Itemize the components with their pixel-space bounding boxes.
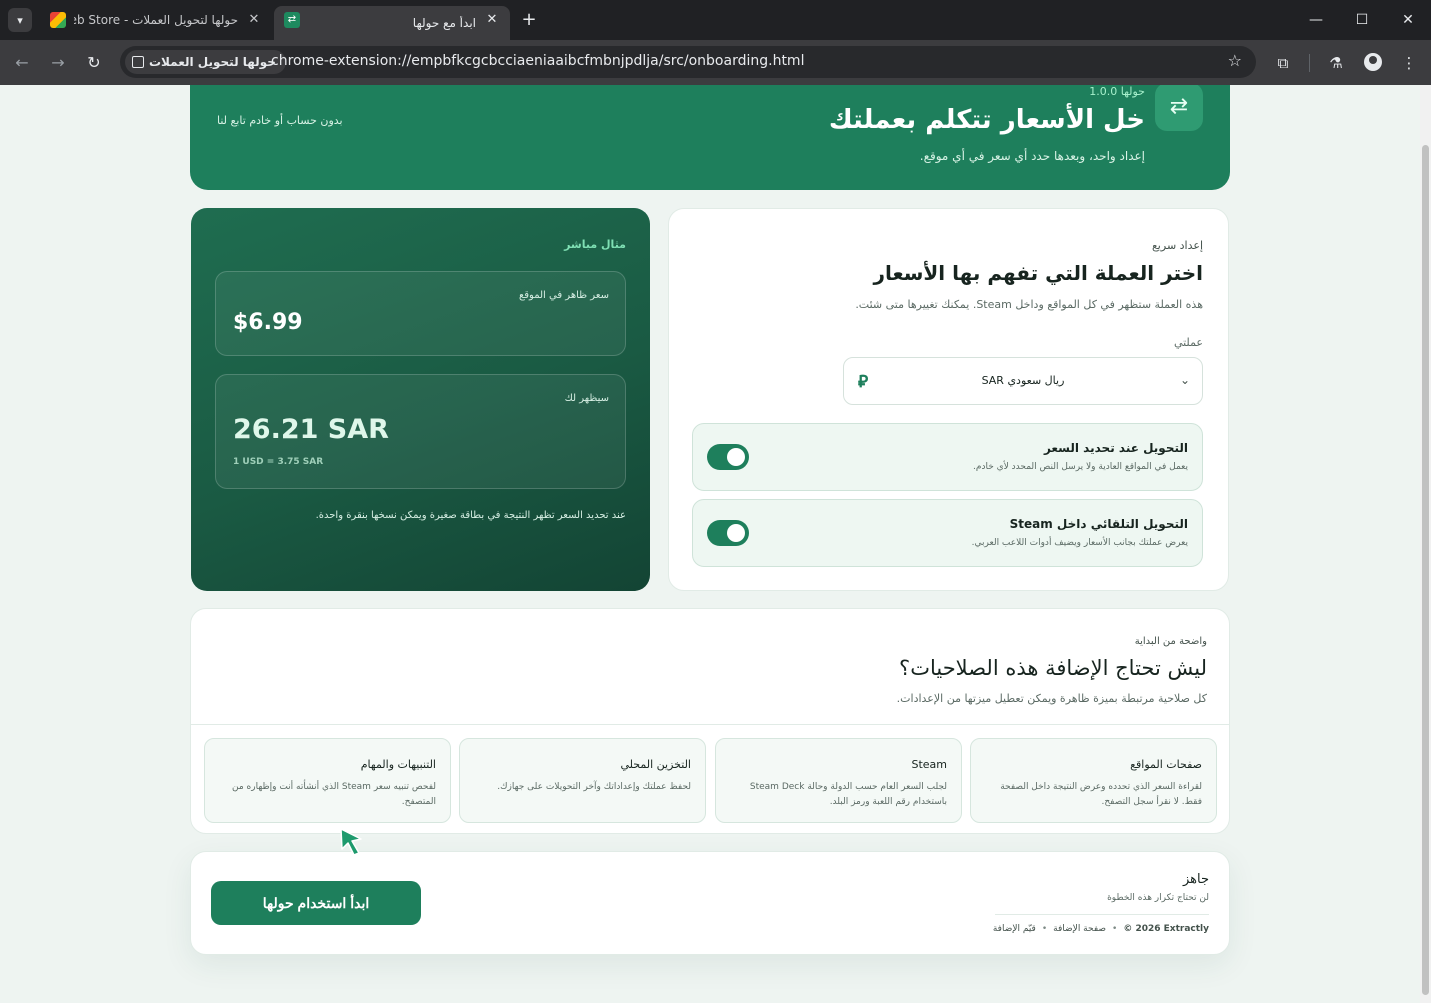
permission-steam: Steam لجلب السعر العام حسب الدولة وحالة … — [715, 738, 962, 823]
permission-description: لقراءة السعر الذي تحدده وعرض النتيجة داخ… — [1000, 782, 1202, 807]
toggle-description: يعمل في المواقع العادية ولا يرسل النص ال… — [973, 462, 1188, 472]
hero-banner: ⇄ حولها 1.0.0 خل الأسعار تتكلم بعملتك إع… — [190, 85, 1230, 190]
hero-subtitle: إعداد واحد، وبعدها حدد أي سعر في أي موقع… — [919, 149, 1145, 163]
permission-alarms: التنبيهات والمهام لفحص تنبيه سعر Steam ا… — [204, 738, 451, 823]
exchange-rate: 1 USD = 3.75 SAR — [233, 457, 324, 467]
tab-web-store[interactable]: حولها لتحويل العملات - Chrome Web Store … — [40, 6, 272, 34]
toggle-description: يعرض عملتك بجانب الأسعار ويضيف أدوات الل… — [971, 538, 1188, 548]
permission-title: صفحات المواقع — [1130, 758, 1202, 771]
ready-subtitle: لن تحتاج تكرار هذه الخطوة — [1107, 893, 1209, 903]
tab-close-icon[interactable]: ✕ — [246, 12, 262, 28]
permission-site-pages: صفحات المواقع لقراءة السعر الذي تحدده وع… — [970, 738, 1217, 823]
tab-onboarding[interactable]: ⇄ ابدأ مع حولها ✕ — [274, 6, 510, 40]
permissions-card: واضحة من البداية ليش تحتاج الإضافة هذه ا… — [190, 608, 1230, 834]
converted-price-label: سيظهر لك — [564, 393, 609, 404]
page-scrollbar[interactable] — [1420, 85, 1431, 1003]
toggle-row-select-convert[interactable]: التحويل عند تحديد السعر يعمل في المواقع … — [692, 423, 1203, 491]
toolbar-divider — [1309, 54, 1310, 72]
toggle-title: التحويل التلقائي داخل Steam — [1009, 517, 1188, 531]
permission-title: التنبيهات والمهام — [360, 758, 436, 771]
permission-description: لحفظ عملتك وإعداداتك وآخر التحويلات على … — [497, 782, 691, 792]
riyal-symbol-icon: ⃁ — [858, 372, 869, 392]
site-price-box: سعر ظاهر في الموقع $6.99 — [215, 271, 626, 356]
quick-setup-card: إعداد سريع اختر العملة التي تفهم بها الأ… — [668, 208, 1229, 591]
hero-title: خل الأسعار تتكلم بعملتك — [828, 105, 1145, 135]
currency-field-label: عملتي — [1173, 336, 1203, 349]
separator: • — [1041, 924, 1048, 934]
back-button[interactable]: ← — [11, 52, 33, 74]
browser-toolbar: ← → ↻ حولها لتحويل العملات chrome-extens… — [0, 40, 1431, 85]
maximize-button[interactable]: ☐ — [1352, 10, 1372, 30]
converted-price-value: 26.21 SAR — [233, 414, 389, 445]
extension-site-chip[interactable]: حولها لتحويل العملات — [125, 50, 286, 74]
tab-search-button[interactable]: ▾ — [8, 8, 32, 32]
chrome-web-store-icon — [50, 12, 66, 28]
address-bar[interactable]: حولها لتحويل العملات chrome-extension://… — [120, 46, 1256, 78]
divider — [995, 914, 1209, 915]
ready-card: جاهز لن تحتاج تكرار هذه الخطوة © 2026 Ex… — [190, 851, 1230, 955]
minimize-button[interactable]: — — [1306, 10, 1326, 30]
swap-arrows-icon: ⇄ — [1155, 85, 1203, 131]
extension-puzzle-icon — [132, 56, 144, 68]
permission-description: لجلب السعر العام حسب الدولة وحالة Steam … — [749, 782, 947, 807]
tab-title: ابدأ مع حولها — [412, 16, 476, 30]
live-example-card: مثال مباشر سعر ظاهر في الموقع $6.99 سيظه… — [191, 208, 650, 591]
url-text[interactable]: chrome-extension://empbfkcgcbcciaeniaaib… — [271, 53, 804, 69]
reload-button[interactable]: ↻ — [83, 52, 105, 74]
copyright: © 2026 Extractly — [1123, 924, 1209, 934]
chip-label: حولها لتحويل العملات — [149, 55, 276, 69]
close-window-button[interactable]: ✕ — [1398, 10, 1418, 30]
permission-description: لفحص تنبيه سعر Steam الذي أنشأته أنت وإظ… — [231, 782, 436, 807]
toggle-row-steam-auto[interactable]: التحويل التلقائي داخل Steam يعرض عملتك ب… — [692, 499, 1203, 567]
mouse-cursor-icon — [340, 828, 362, 856]
tab-title: حولها لتحويل العملات - Chrome Web Store — [74, 13, 238, 27]
setup-description: هذه العملة ستظهر في كل المواقع وداخل Ste… — [855, 298, 1203, 311]
chrome-menu-icon[interactable]: ⋮ — [1398, 52, 1420, 74]
permissions-eyebrow: واضحة من البداية — [1134, 636, 1207, 647]
permission-local-storage: التخزين المحلي لحفظ عملتك وإعداداتك وآخر… — [459, 738, 706, 823]
demo-eyebrow: مثال مباشر — [564, 238, 626, 251]
divider — [191, 724, 1229, 725]
currency-selected-value: ريال سعودي SAR — [981, 374, 1065, 387]
permission-title: التخزين المحلي — [620, 758, 691, 771]
extensions-icon[interactable]: ⧉ — [1272, 52, 1294, 74]
forward-button[interactable]: → — [47, 52, 69, 74]
new-tab-button[interactable]: + — [518, 9, 540, 31]
start-using-button[interactable]: ابدأ استخدام حولها — [211, 881, 421, 925]
steam-auto-switch[interactable] — [707, 520, 749, 546]
permissions-description: كل صلاحية مرتبطة بميزة ظاهرة ويمكن تعطيل… — [896, 692, 1207, 705]
setup-eyebrow: إعداد سريع — [1151, 239, 1203, 252]
permissions-title: ليش تحتاج الإضافة هذه الصلاحيات؟ — [899, 656, 1207, 680]
select-convert-switch[interactable] — [707, 444, 749, 470]
separator: • — [1112, 924, 1118, 934]
site-price-value: $6.99 — [233, 310, 303, 335]
chevron-down-icon: ▾ — [17, 13, 23, 27]
bookmark-star-icon[interactable]: ☆ — [1228, 51, 1242, 70]
page-viewport: ⇄ حولها 1.0.0 خل الأسعار تتكلم بعملتك إع… — [0, 85, 1431, 1003]
toggle-title: التحويل عند تحديد السعر — [1043, 441, 1188, 455]
converted-price-box: سيظهر لك 26.21 SAR 1 USD = 3.75 SAR — [215, 374, 626, 489]
rate-extension-link[interactable]: قيّم الإضافة — [993, 924, 1036, 934]
permission-title: Steam — [911, 758, 947, 771]
ready-title: جاهز — [1182, 872, 1209, 887]
footer-links: © 2026 Extractly • صفحة الإضافة • قيّم الإضا… — [993, 924, 1209, 934]
site-price-label: سعر ظاهر في الموقع — [518, 290, 609, 301]
hero-privacy-note: بدون حساب أو خادم تابع لنا — [217, 114, 343, 127]
labs-flask-icon[interactable]: ⚗ — [1325, 52, 1347, 74]
swap-arrows-icon: ⇄ — [284, 12, 300, 28]
profile-avatar[interactable] — [1364, 53, 1382, 71]
scrollbar-thumb[interactable] — [1422, 145, 1429, 995]
demo-note: عند تحديد السعر تظهر النتيجة في بطاقة صغ… — [315, 510, 626, 521]
store-page-link[interactable]: صفحة الإضافة — [1053, 924, 1106, 934]
currency-select[interactable]: ⌄ ريال سعودي SAR ⃁ — [843, 357, 1203, 405]
browser-tab-strip: ▾ حولها لتحويل العملات - Chrome Web Stor… — [0, 0, 1431, 40]
setup-title: اختر العملة التي تفهم بها الأسعار — [873, 261, 1203, 285]
tab-close-icon[interactable]: ✕ — [484, 12, 500, 28]
app-version: حولها 1.0.0 — [1089, 85, 1145, 98]
